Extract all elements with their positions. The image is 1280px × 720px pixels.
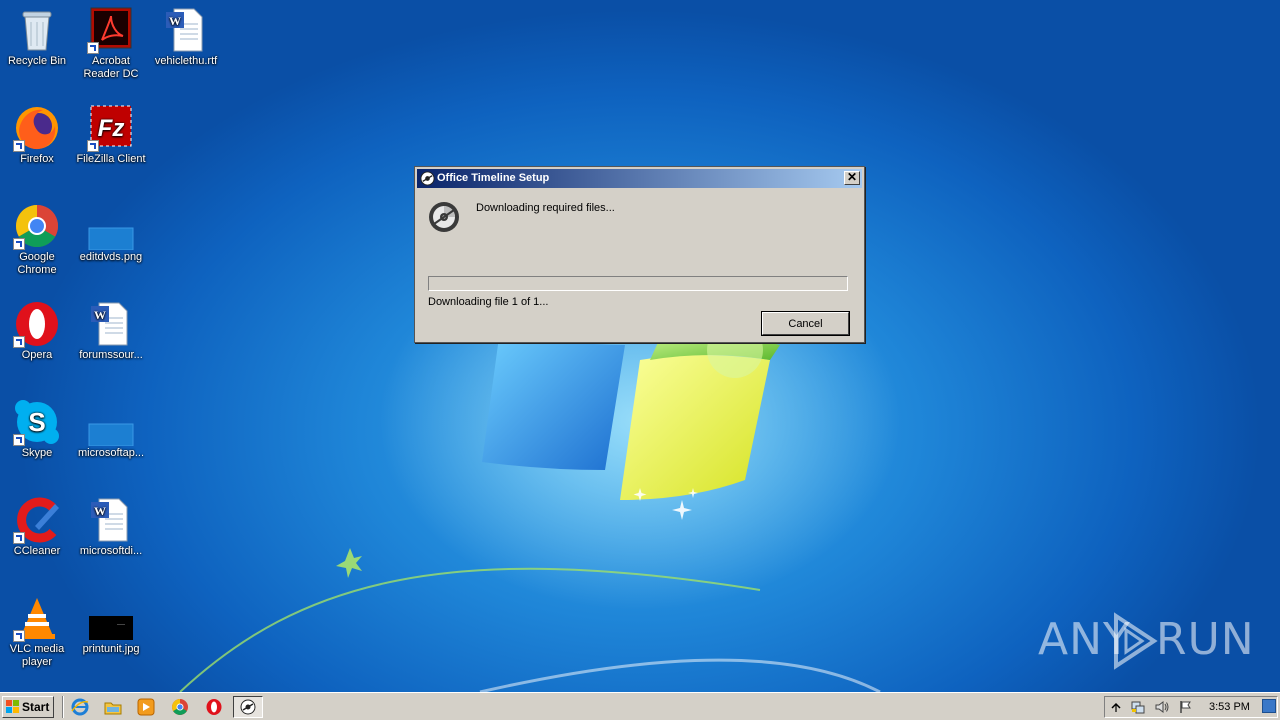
shortcut-arrow-icon (13, 140, 25, 152)
svg-text:W: W (94, 308, 106, 322)
desktop-icon-chrome[interactable]: Google Chrome (0, 202, 74, 277)
clock[interactable]: 3:53 PM (1209, 701, 1250, 713)
setup-disc-icon (240, 699, 256, 715)
opera-icon (13, 300, 61, 348)
start-button[interactable]: Start (2, 696, 54, 718)
shortcut-arrow-icon (87, 42, 99, 54)
desktop-icon-vehiclethu[interactable]: W vehiclethu.rtf (149, 6, 223, 68)
download-progress-bar (428, 276, 848, 291)
svg-text:S: S (28, 407, 45, 437)
desktop-icon-label: Recycle Bin (7, 55, 67, 67)
desktop-icon-label: VLC media player (9, 643, 65, 668)
desktop-icon-label: vehiclethu.rtf (154, 55, 218, 67)
dialog-titlebar[interactable]: Office Timeline Setup ✕ (417, 169, 862, 188)
desktop-icon-skype[interactable]: S Skype (0, 398, 74, 460)
desktop-icon-printunit[interactable]: printunit.jpg (74, 594, 148, 656)
shortcut-arrow-icon (13, 238, 25, 250)
explorer-folder-icon[interactable] (104, 698, 122, 716)
dialog-message: Downloading required files... (476, 202, 615, 214)
desktop-icon-microsoftap[interactable]: microsoftap... (74, 398, 148, 460)
recycle-bin-icon (13, 6, 61, 54)
cancel-button[interactable]: Cancel (761, 311, 850, 336)
vlc-icon (13, 594, 61, 642)
firefox-icon (13, 104, 61, 152)
desktop-icon-label: printunit.jpg (82, 643, 140, 655)
system-tray: 3:53 PM (1104, 696, 1278, 718)
desktop-icon-editdvds[interactable]: editdvds.png (74, 202, 148, 264)
action-center-flag-icon[interactable] (1179, 700, 1193, 714)
desktop-icon-label: Acrobat Reader DC (83, 55, 139, 80)
word-document-icon: W (162, 6, 210, 54)
image-file-icon (87, 594, 135, 642)
play-triangle-icon (1114, 612, 1158, 670)
watermark-text-right: RUN (1156, 614, 1255, 665)
close-button[interactable]: ✕ (844, 171, 860, 185)
acrobat-icon (87, 6, 135, 54)
chrome-icon (13, 202, 61, 250)
shortcut-arrow-icon (13, 336, 25, 348)
word-document-icon: W (87, 496, 135, 544)
image-file-icon (87, 202, 135, 250)
setup-disc-icon (420, 171, 435, 186)
ccleaner-icon (13, 496, 61, 544)
image-file-icon (87, 398, 135, 446)
setup-disc-icon (429, 202, 459, 232)
opera-icon[interactable] (205, 698, 223, 716)
start-label: Start (22, 700, 50, 714)
desktop-icon-acrobat[interactable]: Acrobat Reader DC (74, 6, 148, 81)
desktop-icon-ccleaner[interactable]: CCleaner (0, 496, 74, 558)
chrome-icon[interactable] (171, 698, 189, 716)
shortcut-arrow-icon (13, 434, 25, 446)
desktop-icon-recycle-bin[interactable]: Recycle Bin (0, 6, 74, 68)
desktop-icon-label: CCleaner (13, 545, 61, 557)
desktop-icon-label: Firefox (20, 153, 54, 165)
desktop-icon-microsoftdi[interactable]: W microsoftdi... (74, 496, 148, 558)
shortcut-arrow-icon (13, 532, 25, 544)
desktop-icon-forumssour[interactable]: W forumssour... (74, 300, 148, 362)
taskbar-separator (62, 696, 64, 718)
desktop-icon-firefox[interactable]: Firefox (0, 104, 74, 166)
desktop-icon-label: editdvds.png (79, 251, 143, 263)
desktop-icon-vlc[interactable]: VLC media player (0, 594, 74, 669)
shortcut-arrow-icon (13, 630, 25, 642)
desktop: Recycle Bin Acrobat Reader DC W vehiclet… (0, 0, 1280, 692)
network-icon[interactable] (1131, 700, 1145, 714)
taskbar: Start 3:53 PM (0, 692, 1280, 720)
skype-icon: S (13, 398, 61, 446)
anyrun-watermark: ANY RUN (1038, 612, 1254, 672)
desktop-icon-label: Google Chrome (17, 251, 57, 276)
svg-text:W: W (169, 14, 181, 28)
filezilla-icon: Fz (87, 104, 135, 152)
internet-explorer-icon[interactable] (71, 698, 89, 716)
windows-flag-icon (6, 700, 19, 713)
dialog-title: Office Timeline Setup (437, 172, 550, 184)
word-document-icon: W (87, 300, 135, 348)
desktop-icon-opera[interactable]: Opera (0, 300, 74, 362)
desktop-icon-label: forumssour... (79, 349, 143, 361)
desktop-icon-label: microsoftap... (77, 447, 145, 459)
shortcut-arrow-icon (87, 140, 99, 152)
svg-text:W: W (94, 504, 106, 518)
desktop-icon-label: Skype (21, 447, 53, 459)
desktop-icon-filezilla[interactable]: Fz FileZilla Client (74, 104, 148, 166)
desktop-icon-label: FileZilla Client (76, 153, 146, 165)
setup-dialog: Office Timeline Setup ✕ Downloading requ… (414, 166, 865, 343)
desktop-icon-label: microsoftdi... (79, 545, 143, 557)
volume-icon[interactable] (1155, 700, 1169, 714)
media-player-icon[interactable] (137, 698, 155, 716)
windows-wallpaper (179, 230, 900, 692)
show-hidden-icons-chevron[interactable] (1109, 700, 1123, 714)
svg-text:Fz: Fz (98, 115, 125, 142)
download-status-text: Downloading file 1 of 1... (428, 296, 549, 308)
taskbar-button-office-timeline-setup[interactable] (233, 696, 263, 718)
show-desktop-button[interactable] (1262, 699, 1276, 713)
desktop-icon-label: Opera (21, 349, 53, 361)
